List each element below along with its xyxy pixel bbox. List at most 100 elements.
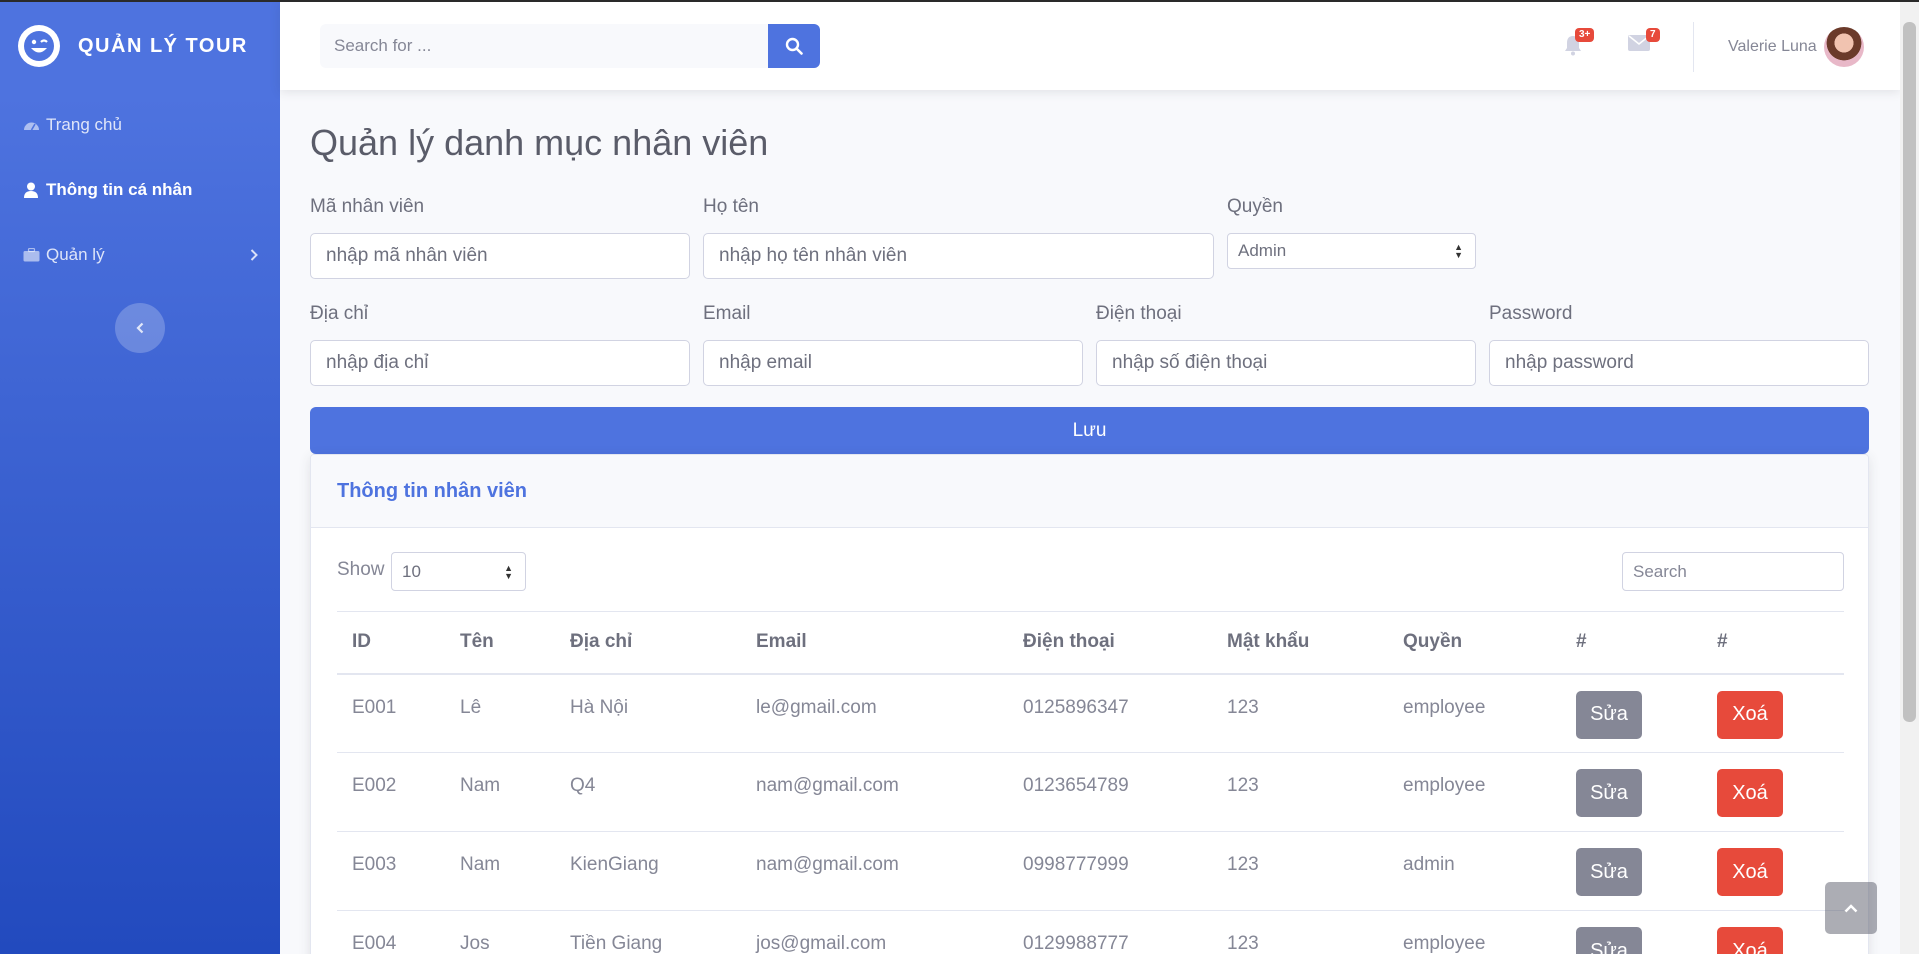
- table-row: E001 Lê Hà Nội le@gmail.com 0125896347 1…: [337, 673, 1844, 753]
- cell-id: E002: [337, 752, 445, 832]
- cell-delete: Xoá: [1702, 752, 1844, 832]
- sidebar-item-trang-chu[interactable]: Trang chủ: [0, 92, 280, 157]
- tachometer-icon: [22, 116, 40, 134]
- search-input[interactable]: [320, 24, 768, 68]
- cell-edit: Sửa: [1561, 673, 1702, 753]
- column-header-delete: #: [1702, 611, 1844, 675]
- edit-button[interactable]: Sửa: [1576, 690, 1642, 739]
- cell-delete: Xoá: [1702, 910, 1844, 954]
- chevron-right-icon: [250, 246, 258, 266]
- ho-ten-label: Họ tên: [703, 196, 759, 217]
- cell-ten: Jos: [445, 910, 555, 954]
- window-top-border: [0, 0, 1919, 2]
- column-header-quyen[interactable]: Quyền: [1388, 611, 1561, 675]
- search-icon: [785, 37, 803, 55]
- quyen-label: Quyền: [1227, 196, 1283, 217]
- cell-dia-chi: Hà Nội: [555, 673, 741, 753]
- cell-dien-thoai: 0129988777: [1008, 910, 1212, 954]
- table-row: E004 Jos Tiền Giang jos@gmail.com 012998…: [337, 910, 1844, 954]
- ma-nhan-vien-label: Mã nhân viên: [310, 196, 425, 217]
- dia-chi-input[interactable]: [310, 340, 690, 386]
- cell-dien-thoai: 0998777999: [1008, 831, 1212, 911]
- quyen-select[interactable]: Admin ▲ ▼: [1227, 233, 1476, 269]
- page-title: Quản lý danh mục nhân viên: [310, 122, 769, 163]
- cell-dien-thoai: 0125896347: [1008, 673, 1212, 753]
- sidebar-item-label: Thông tin cá nhân: [46, 179, 193, 199]
- alerts-button[interactable]: 3+: [1563, 28, 1595, 61]
- cell-delete: Xoá: [1702, 831, 1844, 911]
- cell-id: E004: [337, 910, 445, 954]
- cell-dia-chi: KienGiang: [555, 831, 741, 911]
- cell-id: E003: [337, 831, 445, 911]
- avatar[interactable]: [1824, 27, 1864, 67]
- sidebar-item-thong-tin-ca-nhan[interactable]: Thông tin cá nhân: [0, 157, 280, 222]
- cell-ten: Lê: [445, 673, 555, 753]
- sidebar-item-quan-ly[interactable]: Quản lý: [0, 222, 280, 287]
- cell-quyen: employee: [1388, 752, 1561, 832]
- select-arrows-icon: ▲ ▼: [504, 562, 513, 581]
- column-header-mat-khau[interactable]: Mật khẩu: [1212, 611, 1388, 675]
- page-size-select[interactable]: 10 ▲ ▼: [391, 552, 526, 591]
- user-icon: [22, 181, 40, 199]
- scrollbar-thumb[interactable]: [1903, 22, 1916, 722]
- cell-edit: Sửa: [1561, 831, 1702, 911]
- edit-button[interactable]: Sửa: [1576, 927, 1642, 954]
- delete-button[interactable]: Xoá: [1717, 927, 1783, 954]
- password-input[interactable]: [1489, 340, 1869, 386]
- table-row: E002 Nam Q4 nam@gmail.com 0123654789 123…: [337, 752, 1844, 832]
- column-header-dien-thoai[interactable]: Điện thoại: [1008, 611, 1212, 675]
- scroll-to-top-button[interactable]: [1825, 882, 1877, 934]
- cell-dia-chi: Q4: [555, 752, 741, 832]
- cell-delete: Xoá: [1702, 673, 1844, 753]
- cell-email: le@gmail.com: [741, 673, 1008, 753]
- delete-button[interactable]: Xoá: [1717, 690, 1783, 739]
- cell-ten: Nam: [445, 752, 555, 832]
- dia-chi-label: Địa chỉ: [310, 303, 369, 324]
- column-header-dia-chi[interactable]: Địa chỉ: [555, 611, 741, 675]
- employee-table-card: Thông tin nhân viên Show 10 ▲▼ ID Tên Đị…: [310, 454, 1869, 954]
- email-input[interactable]: [703, 340, 1083, 386]
- edit-button[interactable]: Sửa: [1576, 848, 1642, 896]
- brand-name: QUẢN LÝ TOUR: [78, 34, 248, 57]
- laugh-wink-icon: [18, 25, 60, 67]
- column-header-edit: #: [1561, 611, 1702, 675]
- sidebar-item-label: Quản lý: [46, 244, 105, 264]
- sidebar-toggle-button[interactable]: [115, 303, 165, 353]
- cell-mat-khau: 123: [1212, 673, 1388, 753]
- cell-edit: Sửa: [1561, 752, 1702, 832]
- cell-dia-chi: Tiền Giang: [555, 910, 741, 954]
- delete-button[interactable]: Xoá: [1717, 769, 1783, 817]
- cell-dien-thoai: 0123654789: [1008, 752, 1212, 832]
- ho-ten-input[interactable]: [703, 233, 1214, 279]
- column-header-email[interactable]: Email: [741, 611, 1008, 675]
- column-header-ten[interactable]: Tên: [445, 611, 555, 675]
- dien-thoai-input[interactable]: [1096, 340, 1476, 386]
- password-label: Password: [1489, 303, 1573, 324]
- edit-button[interactable]: Sửa: [1576, 769, 1642, 817]
- cell-email: nam@gmail.com: [741, 752, 1008, 832]
- user-name[interactable]: Valerie Luna: [1728, 38, 1817, 56]
- cell-edit: Sửa: [1561, 910, 1702, 954]
- show-label: Show: [337, 559, 385, 580]
- search-button[interactable]: [768, 24, 820, 68]
- cell-mat-khau: 123: [1212, 831, 1388, 911]
- cell-email: jos@gmail.com: [741, 910, 1008, 954]
- cell-mat-khau: 123: [1212, 910, 1388, 954]
- ma-nhan-vien-input[interactable]: [310, 233, 690, 279]
- messages-button[interactable]: 7: [1628, 28, 1660, 57]
- card-title: Thông tin nhân viên: [337, 479, 527, 502]
- column-header-id[interactable]: ID: [337, 611, 445, 675]
- table-search-input[interactable]: [1622, 552, 1844, 591]
- cell-mat-khau: 123: [1212, 752, 1388, 832]
- cell-email: nam@gmail.com: [741, 831, 1008, 911]
- topbar-search: [320, 24, 820, 68]
- topbar-divider: [1693, 22, 1694, 72]
- dien-thoai-label: Điện thoại: [1096, 303, 1182, 324]
- save-button[interactable]: Lưu: [310, 407, 1869, 454]
- quyen-selected-value: Admin: [1238, 241, 1287, 260]
- brand[interactable]: QUẢN LÝ TOUR: [0, 0, 280, 92]
- delete-button[interactable]: Xoá: [1717, 848, 1783, 896]
- cell-quyen: admin: [1388, 831, 1561, 911]
- page-scrollbar[interactable]: [1900, 0, 1919, 954]
- chevron-up-icon: [1844, 904, 1858, 913]
